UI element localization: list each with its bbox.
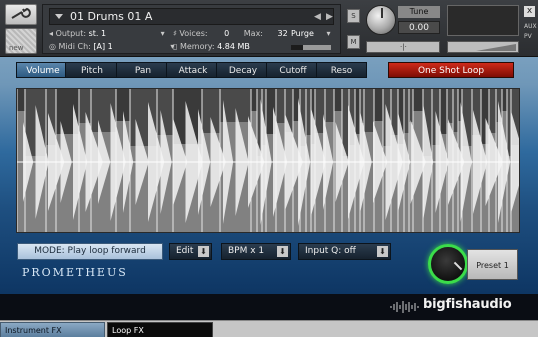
bigfishaudio-logo: bigfishaudio [423,297,512,312]
step-bar[interactable] [306,89,311,135]
midi-label: Midi Ch: [58,42,91,51]
midi-value: [A] 1 [93,42,113,51]
memory-label: Memory: [179,42,215,51]
mute-button[interactable]: M [347,35,360,49]
tab-instrument-fx[interactable]: Instrument FX [0,322,105,337]
edit-label: Edit [176,246,194,256]
aux-label[interactable]: AUX [524,23,537,30]
step-bar[interactable] [355,89,360,134]
bigfishaudio-wave-icon [390,301,419,313]
new-instrument-tile[interactable]: new [5,28,37,54]
parameter-tabs: Volume Pitch Pan Attack Decay Cutoff Res… [16,62,367,78]
voices-value: 0 [224,29,230,38]
step-bar[interactable] [17,89,25,111]
max-label: Max: [243,29,263,38]
step-bar[interactable] [374,89,383,121]
input-quantize-arrow-icon: ⬇ [377,246,388,257]
pan-slider[interactable]: ·|· [366,41,440,53]
step-bar[interactable] [489,89,496,133]
instrument-name-bar[interactable]: 01 Drums 01 A ◀ ▶ [49,8,334,25]
purge-label: Purge [291,29,314,38]
bpm-dropdown[interactable]: BPM x 1 ⬇ [221,243,291,260]
step-bar[interactable] [325,89,334,122]
memory-value: 4.84 MB [217,42,250,51]
midi-row[interactable]: ◎ Midi Ch: [A] 1 ▾ [49,42,174,52]
step-bar[interactable] [447,89,453,123]
input-quantize-label: Input Q: off [305,246,356,256]
pan-indicator: ·|· [400,43,407,51]
level-meter [447,5,519,36]
volume-slider[interactable] [447,41,519,53]
step-bar[interactable] [404,89,409,133]
tune-knob[interactable] [366,5,396,35]
tab-decay[interactable]: Decay [216,62,270,78]
bottom-tab-bar: Instrument FX Loop FX [0,320,538,337]
step-bar[interactable] [157,89,173,135]
pv-label[interactable]: PV [524,33,532,40]
edit-dropdown-arrow-icon: ⬇ [198,246,209,257]
voices-label: Voices: [179,29,208,38]
tune-label: Tune [398,6,440,18]
close-icon[interactable]: x [524,6,535,17]
step-bar[interactable] [409,89,413,122]
edit-dropdown[interactable]: Edit ⬇ [169,243,212,260]
memory-row: ▯ Memory: 4.84 MB [173,42,250,52]
step-bar[interactable] [440,89,447,134]
output-icon: ◂ [49,29,54,38]
step-bar[interactable] [334,89,342,111]
instrument-name: 01 Drums 01 A [70,10,153,23]
waveform-graphic [17,89,519,232]
step-bar[interactable] [276,89,285,123]
tab-loop-fx[interactable]: Loop FX [107,322,213,337]
mode-play-loop-button[interactable]: MODE: Play loop forward [17,243,163,260]
preset-button[interactable]: Preset 1 [467,249,518,280]
input-quantize-dropdown[interactable]: Input Q: off ⬇ [298,243,391,260]
tab-reso[interactable]: Reso [316,62,367,78]
wrench-icon[interactable] [5,4,37,25]
step-bar[interactable] [251,89,257,111]
collapse-triangle-icon[interactable] [55,14,63,19]
tab-pan[interactable]: Pan [116,62,170,78]
purge-dropdown-icon: ▾ [326,29,331,38]
output-row[interactable]: ◂ Output: st. 1 ▾ [49,29,165,39]
bpm-label: BPM x 1 [228,246,265,256]
step-bar[interactable] [502,89,507,111]
instrument-panel: 01 Drums 01 A ◀ ▶ ◂ Output: st. 1 ▾ ◎ Mi… [42,4,341,54]
step-bar[interactable] [79,89,91,123]
voices-icon: ♯ [173,29,177,38]
step-bar[interactable] [507,89,511,156]
voices-row: ♯ Voices: 0 Max: 32 [173,29,288,39]
step-bar[interactable] [413,89,423,111]
step-bar[interactable] [364,89,374,132]
kontakt-instrument: new 01 Drums 01 A ◀ ▶ ◂ Output: st. 1 ▾ … [0,0,538,337]
cpu-meter [291,45,331,50]
output-dropdown-icon: ▾ [160,29,165,38]
output-value: st. 1 [88,29,107,38]
instrument-header: new 01 Drums 01 A ◀ ▶ ◂ Output: st. 1 ▾ … [0,0,538,57]
output-label: Output: [55,29,87,38]
prev-arrow-icon[interactable]: ◀ [314,10,321,24]
tab-attack[interactable]: Attack [166,62,220,78]
bpm-dropdown-arrow-icon: ⬇ [277,246,288,257]
tab-pitch[interactable]: Pitch [65,62,119,78]
midi-icon: ◎ [49,42,56,51]
tune-value[interactable]: 0.00 [398,21,440,34]
volume-ramp-icon [476,44,516,51]
prometheus-logo: PROMETHEUS [22,266,128,279]
next-arrow-icon[interactable]: ▶ [326,10,333,24]
new-label: new [9,44,24,52]
one-shot-loop-button[interactable]: One Shot Loop [388,62,514,78]
tab-cutoff[interactable]: Cutoff [266,62,320,78]
preset-knob[interactable] [428,244,468,284]
solo-button[interactable]: S [347,9,360,23]
tab-volume[interactable]: Volume [16,62,70,78]
waveform-step-editor[interactable] [16,88,520,233]
memory-icon: ▯ [173,42,178,51]
step-bar[interactable] [453,89,458,132]
purge-menu[interactable]: Purge ▾ [291,29,330,39]
max-value[interactable]: 32 [278,29,288,38]
